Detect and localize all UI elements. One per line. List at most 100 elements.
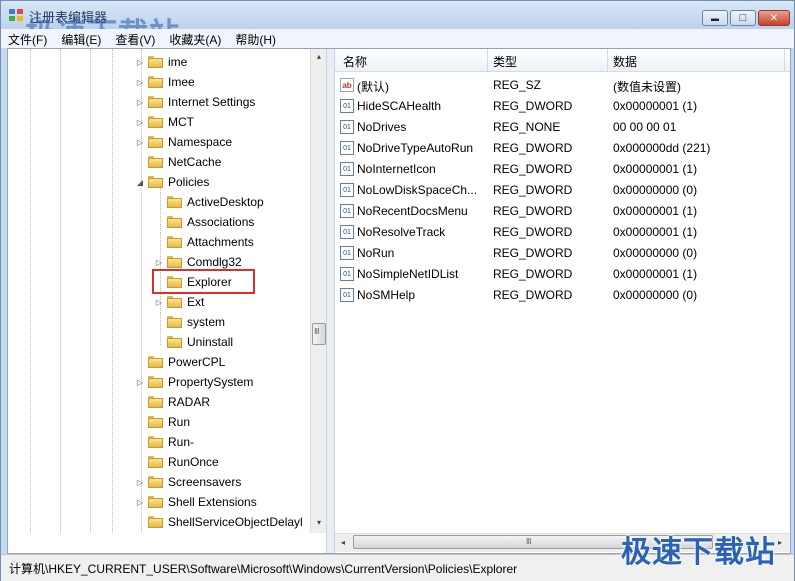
scroll-up-arrow-icon[interactable]: ▴ xyxy=(311,49,326,65)
value-data: (数值未设置) xyxy=(613,80,681,94)
maximize-icon: □ xyxy=(739,12,747,24)
tree-vertical-scrollbar[interactable]: ▴ Ⅲ ▾ xyxy=(310,49,326,533)
tree-item[interactable]: ▷ ime xyxy=(134,52,187,72)
registry-editor-window: 注册表编辑器 极速下载站 ▬ □ ✕ 文件(F) 编辑(E) 查看(V) 收藏夹… xyxy=(0,0,795,581)
tree-item[interactable]: ▷ Ext xyxy=(153,292,204,312)
folder-icon xyxy=(148,156,163,168)
value-row[interactable]: 01 HideSCAHealth REG_DWORD 0x00000001 (1) xyxy=(335,96,790,117)
folder-icon xyxy=(148,136,163,148)
tree-item[interactable]: ▷ Imee xyxy=(134,72,195,92)
expand-arrow-icon[interactable]: ◢ xyxy=(134,178,146,187)
tree-item[interactable]: ▷ MCT xyxy=(134,112,194,132)
value-row[interactable]: 01 NoInternetIcon REG_DWORD 0x00000001 (1) xyxy=(335,159,790,180)
tree-item[interactable]: ▷ Screensavers xyxy=(134,472,241,492)
tree-item[interactable]: ◢ Policies xyxy=(134,172,209,192)
value-row[interactable]: 01 NoSimpleNetIDList REG_DWORD 0x00000001 (… xyxy=(335,264,790,285)
value-data: 0x00000001 (1) xyxy=(613,162,698,176)
column-header-name[interactable]: 名称 xyxy=(343,53,367,70)
minimize-button[interactable]: ▬ xyxy=(702,10,728,26)
tree-item[interactable]: ActiveDesktop xyxy=(153,192,264,212)
value-row[interactable]: 01 NoRun REG_DWORD 0x00000000 (0) xyxy=(335,243,790,264)
tree-item[interactable]: ▷ Internet Settings xyxy=(134,92,255,112)
expand-arrow-icon[interactable]: ▷ xyxy=(134,78,146,87)
binary-value-icon: 01 xyxy=(340,183,354,197)
tree-item[interactable]: Associations xyxy=(153,212,254,232)
menu-edit[interactable]: 编辑(E) xyxy=(54,29,108,48)
binary-value-icon: 01 xyxy=(340,141,354,155)
value-row[interactable]: ab (默认) REG_SZ (数值未设置) xyxy=(335,75,790,96)
tree-item-label: Screensavers xyxy=(168,475,242,489)
tree-item-label: system xyxy=(187,315,226,329)
value-data: 0x00000000 (0) xyxy=(613,246,698,260)
binary-value-icon: 01 xyxy=(340,288,354,302)
menu-help[interactable]: 帮助(H) xyxy=(228,29,283,48)
tree-item-label: Imee xyxy=(168,75,195,89)
tree-item[interactable]: PowerCPL xyxy=(134,352,225,372)
tree-scroll-thumb[interactable]: Ⅲ xyxy=(312,323,326,345)
value-type: REG_DWORD xyxy=(493,99,573,113)
title-bar[interactable]: 注册表编辑器 极速下载站 ▬ □ ✕ xyxy=(1,1,794,51)
value-data: 0x000000dd (221) xyxy=(613,141,711,155)
value-row[interactable]: 01 NoLowDiskSpaceCh... REG_DWORD 0x00000000… xyxy=(335,180,790,201)
folder-icon xyxy=(148,116,163,128)
tree-item[interactable]: ▷ Shell Extensions xyxy=(134,492,257,512)
column-header-data[interactable]: 数据 xyxy=(613,53,637,70)
value-row[interactable]: 01 NoSMHelp REG_DWORD 0x00000000 (0) xyxy=(335,285,790,306)
tree-item[interactable]: NetCache xyxy=(134,152,221,172)
menu-favorites[interactable]: 收藏夹(A) xyxy=(162,29,228,48)
expand-arrow-icon[interactable]: ▷ xyxy=(153,258,165,267)
list-header: 名称 类型 数据 xyxy=(335,49,790,72)
value-name: NoInternetIcon xyxy=(357,162,436,176)
tree-item[interactable]: Run- xyxy=(134,432,194,452)
column-divider[interactable] xyxy=(607,49,608,71)
expand-arrow-icon[interactable]: ▷ xyxy=(153,298,165,307)
expand-arrow-icon[interactable]: ▷ xyxy=(134,98,146,107)
tree-guide-line xyxy=(60,49,61,533)
tree-item[interactable]: system xyxy=(153,312,225,332)
tree-item[interactable]: RunOnce xyxy=(134,452,219,472)
tree-item-label: RunOnce xyxy=(168,455,219,469)
tree-item[interactable]: ▷ PropertySystem xyxy=(134,372,253,392)
expand-arrow-icon[interactable]: ▷ xyxy=(134,498,146,507)
maximize-button[interactable]: □ xyxy=(730,10,756,26)
value-row[interactable]: 01 NoDriveTypeAutoRun REG_DWORD 0x000000dd … xyxy=(335,138,790,159)
column-divider[interactable] xyxy=(784,49,785,71)
value-type: REG_DWORD xyxy=(493,288,573,302)
expand-arrow-icon[interactable]: ▷ xyxy=(134,118,146,127)
tree-item[interactable]: Attachments xyxy=(153,232,254,252)
folder-icon xyxy=(148,496,163,508)
tree-item-label: NetCache xyxy=(168,155,222,169)
tree-item[interactable]: Uninstall xyxy=(153,332,233,352)
column-header-type[interactable]: 类型 xyxy=(493,53,517,70)
menu-file[interactable]: 文件(F) xyxy=(1,29,54,48)
value-type: REG_DWORD xyxy=(493,162,573,176)
menu-view[interactable]: 查看(V) xyxy=(108,29,162,48)
value-data: 0x00000000 (0) xyxy=(613,183,698,197)
string-value-icon: ab xyxy=(340,78,354,92)
folder-icon xyxy=(148,436,163,448)
value-name: NoDrives xyxy=(357,120,407,134)
value-row[interactable]: 01 NoRecentDocsMenu REG_DWORD 0x00000001 (1… xyxy=(335,201,790,222)
expand-arrow-icon[interactable]: ▷ xyxy=(134,138,146,147)
expand-arrow-icon[interactable]: ▷ xyxy=(134,478,146,487)
tree-item[interactable]: RADAR xyxy=(134,392,210,412)
scroll-left-arrow-icon[interactable]: ◂ xyxy=(335,535,351,551)
tree-item[interactable]: ShellServiceObjectDelayl xyxy=(134,512,303,532)
expand-arrow-icon[interactable]: ▷ xyxy=(134,58,146,67)
folder-icon xyxy=(148,176,163,188)
value-row[interactable]: 01 NoDrives REG_NONE 00 00 00 01 xyxy=(335,117,790,138)
value-name: HideSCAHealth xyxy=(357,99,442,113)
close-button[interactable]: ✕ xyxy=(758,10,790,26)
folder-icon xyxy=(148,356,163,368)
value-row[interactable]: 01 NoResolveTrack REG_DWORD 0x00000001 (1) xyxy=(335,222,790,243)
folder-icon xyxy=(167,236,182,248)
value-type: REG_DWORD xyxy=(493,141,573,155)
tree-item[interactable]: Run xyxy=(134,412,190,432)
value-name: NoSimpleNetIDList xyxy=(357,267,459,281)
expand-arrow-icon[interactable]: ▷ xyxy=(134,378,146,387)
value-type: REG_DWORD xyxy=(493,204,573,218)
pane-splitter[interactable] xyxy=(326,49,335,553)
column-divider[interactable] xyxy=(487,49,488,71)
tree-item[interactable]: ▷ Namespace xyxy=(134,132,232,152)
scroll-down-arrow-icon[interactable]: ▾ xyxy=(311,515,326,531)
